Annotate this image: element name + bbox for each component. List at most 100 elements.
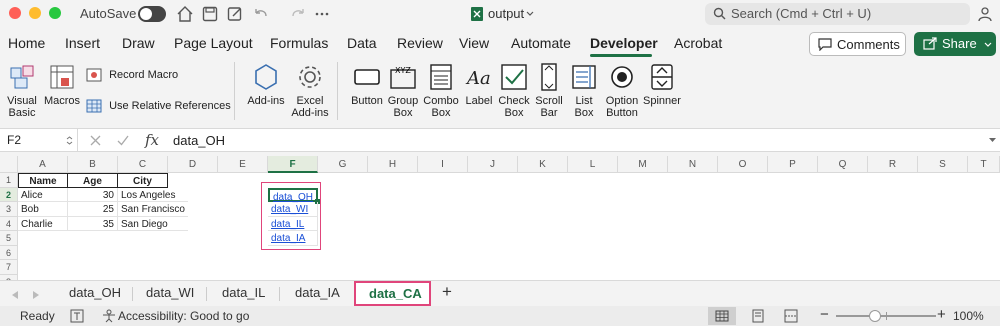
- relative-references-button[interactable]: Use Relative References: [86, 99, 236, 113]
- macros-button[interactable]: Macros: [43, 62, 81, 107]
- column-header[interactable]: B: [68, 156, 118, 173]
- table-cell[interactable]: Charlie: [18, 216, 68, 231]
- zoom-out-button[interactable]: −: [820, 306, 829, 323]
- spreadsheet-grid[interactable]: A B C D E F G H I J K L M N O P Q R S T …: [0, 156, 1000, 281]
- save-icon[interactable]: [201, 5, 219, 23]
- table-cell[interactable]: San Francisco: [118, 202, 188, 217]
- tab-draw[interactable]: Draw: [122, 35, 155, 51]
- comments-button[interactable]: Comments: [809, 32, 906, 56]
- close-window-button[interactable]: [9, 7, 21, 19]
- tab-data[interactable]: Data: [347, 35, 377, 51]
- column-header[interactable]: H: [368, 156, 418, 173]
- column-header[interactable]: G: [318, 156, 368, 173]
- select-all-corner[interactable]: [0, 156, 18, 173]
- tab-home[interactable]: Home: [8, 35, 45, 51]
- tab-acrobat[interactable]: Acrobat: [674, 35, 722, 51]
- label-control[interactable]: Aa Label: [462, 62, 496, 107]
- tab-developer[interactable]: Developer: [590, 35, 658, 51]
- accessibility-icon[interactable]: [101, 309, 117, 323]
- normal-view-button[interactable]: [708, 307, 736, 325]
- excel-add-ins-button[interactable]: Excel Add-ins: [290, 62, 330, 119]
- formula-input[interactable]: data_OH: [173, 133, 225, 148]
- scroll-left-icon[interactable]: [11, 290, 19, 300]
- column-header[interactable]: I: [418, 156, 468, 173]
- table-cell[interactable]: Alice: [18, 187, 68, 202]
- name-box-dropdown-icon[interactable]: [66, 136, 73, 145]
- column-header[interactable]: R: [868, 156, 918, 173]
- row-header[interactable]: 5: [0, 231, 18, 246]
- column-header[interactable]: F: [268, 156, 318, 173]
- table-cell[interactable]: 30: [68, 187, 118, 202]
- accessibility-status[interactable]: Accessibility: Good to go: [118, 309, 249, 323]
- account-icon[interactable]: [976, 5, 994, 23]
- sheet-tab[interactable]: data_WI: [146, 285, 194, 300]
- scroll-right-icon[interactable]: [32, 290, 40, 300]
- table-cell[interactable]: 35: [68, 216, 118, 231]
- add-ins-button[interactable]: Add-ins: [244, 62, 288, 107]
- sheet-tab[interactable]: data_IA: [295, 285, 340, 300]
- sheet-tab[interactable]: data_IL: [222, 285, 265, 300]
- add-sheet-button[interactable]: +: [442, 282, 452, 302]
- table-header-cell[interactable]: City: [117, 173, 168, 188]
- enter-icon[interactable]: [117, 135, 129, 146]
- column-header[interactable]: M: [618, 156, 668, 173]
- row-header[interactable]: 4: [0, 216, 18, 231]
- tab-view[interactable]: View: [459, 35, 489, 51]
- visual-basic-button[interactable]: Visual Basic: [4, 62, 40, 119]
- page-layout-view-icon[interactable]: [751, 309, 765, 323]
- tab-review[interactable]: Review: [397, 35, 443, 51]
- table-header-cell[interactable]: Age: [67, 173, 118, 188]
- row-header[interactable]: 2: [0, 187, 18, 202]
- tab-page-layout[interactable]: Page Layout: [174, 35, 253, 51]
- column-header[interactable]: S: [918, 156, 968, 173]
- table-cell[interactable]: Los Angeles: [118, 188, 188, 202]
- column-header[interactable]: N: [668, 156, 718, 173]
- minimize-window-button[interactable]: [29, 7, 41, 19]
- zoom-window-button[interactable]: [49, 7, 61, 19]
- column-header[interactable]: A: [18, 156, 68, 173]
- column-header[interactable]: Q: [818, 156, 868, 173]
- undo-icon[interactable]: [252, 5, 270, 23]
- macro-record-icon[interactable]: [70, 309, 84, 323]
- record-macro-button[interactable]: Record Macro: [86, 68, 216, 82]
- page-break-view-icon[interactable]: [784, 309, 798, 323]
- tab-insert[interactable]: Insert: [65, 35, 100, 51]
- edit-icon[interactable]: [226, 5, 244, 23]
- table-cell[interactable]: San Diego: [118, 217, 188, 231]
- column-header[interactable]: O: [718, 156, 768, 173]
- cancel-icon[interactable]: [90, 135, 101, 146]
- home-icon[interactable]: [176, 5, 194, 23]
- column-header[interactable]: T: [968, 156, 1000, 173]
- list-box-control[interactable]: List Box: [568, 62, 600, 119]
- row-header[interactable]: 3: [0, 202, 18, 217]
- expand-formula-icon[interactable]: [988, 137, 997, 143]
- column-header[interactable]: K: [518, 156, 568, 173]
- document-title[interactable]: output: [488, 6, 524, 21]
- button-control[interactable]: Button: [349, 62, 385, 107]
- table-header-cell[interactable]: Name: [18, 173, 68, 188]
- column-header[interactable]: C: [118, 156, 168, 173]
- column-header[interactable]: D: [168, 156, 218, 173]
- active-sheet-tab[interactable]: data_CA: [354, 281, 431, 306]
- sheet-tab[interactable]: data_OH: [69, 285, 121, 300]
- redo-icon[interactable]: [289, 5, 307, 23]
- zoom-slider-thumb[interactable]: [869, 310, 881, 322]
- option-button-control[interactable]: Option Button: [603, 62, 641, 119]
- zoom-in-button[interactable]: +: [937, 306, 946, 323]
- row-header[interactable]: 6: [0, 245, 18, 260]
- column-header[interactable]: L: [568, 156, 618, 173]
- tab-formulas[interactable]: Formulas: [270, 35, 328, 51]
- search-field[interactable]: Search (Cmd + Ctrl + U): [705, 3, 970, 25]
- table-cell[interactable]: 25: [68, 202, 118, 217]
- scroll-bar-control[interactable]: Scroll Bar: [533, 62, 565, 119]
- zoom-level[interactable]: 100%: [953, 309, 984, 323]
- table-cell[interactable]: Bob: [18, 202, 68, 217]
- group-box-control[interactable]: XYZ Group Box: [386, 62, 420, 119]
- column-header[interactable]: P: [768, 156, 818, 173]
- insert-function-icon[interactable]: fx: [145, 131, 159, 149]
- share-button[interactable]: Share: [914, 32, 996, 56]
- autosave-toggle[interactable]: [138, 6, 166, 22]
- column-header[interactable]: J: [468, 156, 518, 173]
- spinner-control[interactable]: Spinner: [642, 62, 682, 107]
- combo-box-control[interactable]: Combo Box: [423, 62, 459, 119]
